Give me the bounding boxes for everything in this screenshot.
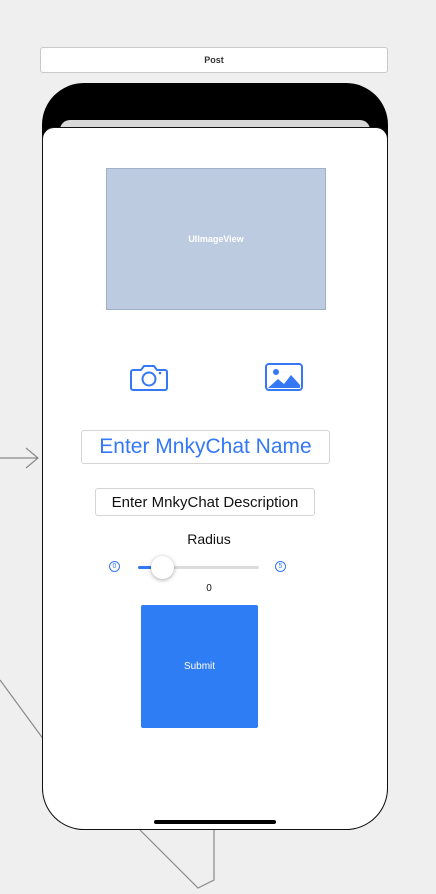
- photo-library-button[interactable]: [264, 360, 304, 394]
- submit-button[interactable]: Submit: [141, 605, 258, 728]
- home-indicator: [154, 820, 276, 824]
- slider-max-icon: 5: [275, 561, 286, 572]
- submit-button-label: Submit: [183, 661, 216, 672]
- iphone-frame: UIImageView Enter MnkyChat Name Enter Mn…: [42, 83, 388, 830]
- chat-description-field[interactable]: Enter MnkyChat Description: [95, 488, 315, 516]
- camera-icon: [130, 365, 168, 391]
- slider-min-icon: 0: [109, 561, 120, 572]
- modal-screen: UIImageView Enter MnkyChat Name Enter Mn…: [42, 127, 388, 830]
- chat-description-placeholder: Enter MnkyChat Description: [111, 493, 299, 511]
- photo-icon: [265, 363, 303, 391]
- scene-title-bar[interactable]: Post: [40, 47, 388, 73]
- radius-label: Radius: [187, 531, 231, 547]
- camera-button[interactable]: [129, 360, 169, 394]
- chat-name-field[interactable]: Enter MnkyChat Name: [81, 430, 330, 464]
- chat-name-placeholder: Enter MnkyChat Name: [99, 435, 312, 458]
- slider-thumb[interactable]: [151, 556, 175, 579]
- image-preview: UIImageView: [106, 168, 326, 310]
- radius-value-label: 0: [206, 583, 212, 594]
- slider-track[interactable]: [138, 556, 259, 579]
- scene-title: Post: [204, 55, 224, 65]
- radius-slider[interactable]: 0 5: [109, 552, 289, 582]
- image-view-label: UIImageView: [188, 234, 244, 244]
